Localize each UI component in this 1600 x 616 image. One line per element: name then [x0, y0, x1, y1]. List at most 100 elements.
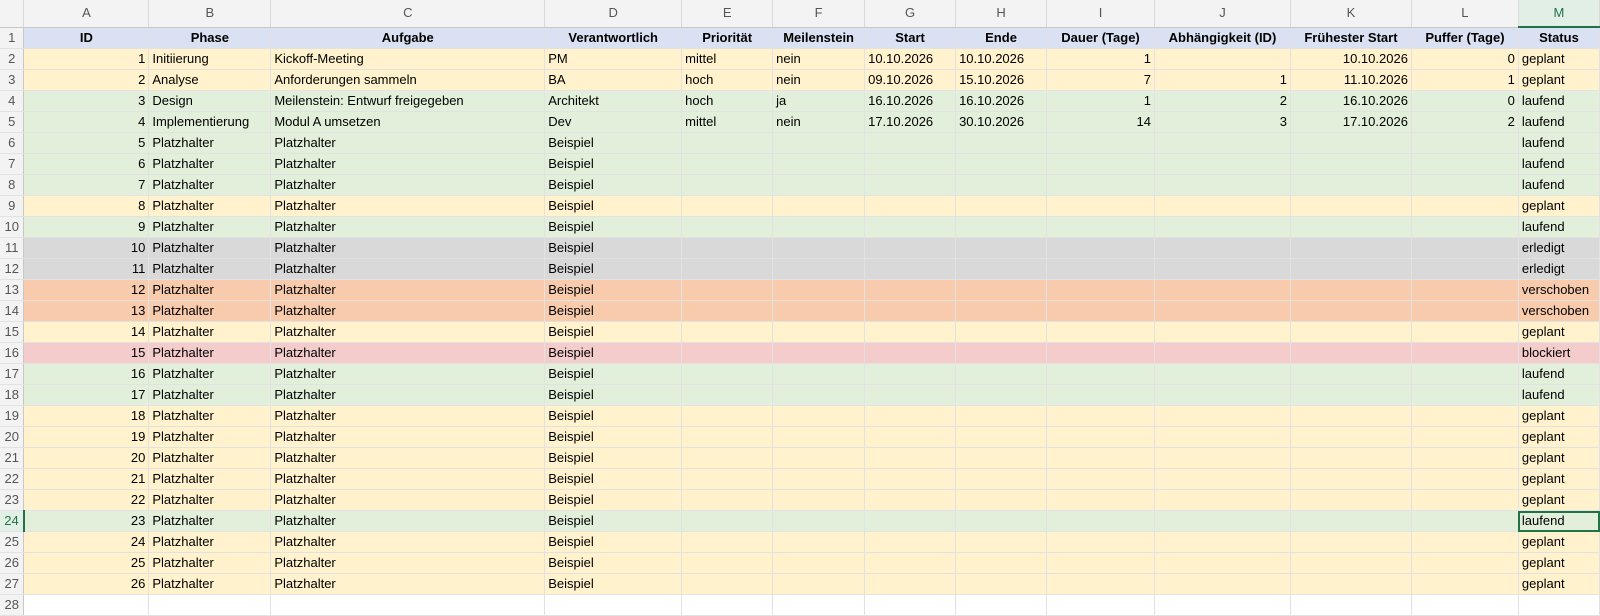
cell-phase[interactable]: Platzhalter — [148, 258, 272, 280]
cell-start[interactable] — [864, 552, 957, 574]
cell-duration[interactable] — [1046, 426, 1155, 448]
cell-duration[interactable] — [1046, 342, 1155, 364]
cell-duration[interactable] — [1046, 174, 1155, 196]
cell-buffer[interactable] — [1411, 237, 1519, 259]
cell-owner[interactable]: Beispiel — [544, 342, 683, 364]
cell-end[interactable] — [955, 531, 1048, 553]
cell-phase[interactable]: Design — [148, 90, 272, 112]
cell-phase[interactable]: Platzhalter — [148, 153, 272, 175]
row-header-2[interactable]: 2 — [0, 48, 25, 70]
cell-task[interactable]: Platzhalter — [270, 258, 546, 280]
cell-priority[interactable] — [681, 132, 774, 154]
cell-status[interactable]: geplant — [1518, 426, 1600, 448]
cell-task[interactable]: Platzhalter — [270, 489, 546, 511]
header-cell-owner[interactable]: Verantwortlich — [544, 27, 683, 49]
column-header-e[interactable]: E — [681, 0, 774, 28]
cell-id[interactable]: 1 — [23, 48, 150, 70]
cell-end[interactable] — [955, 552, 1048, 574]
header-cell-priority[interactable]: Priorität — [681, 27, 774, 49]
cell-id[interactable]: 8 — [23, 195, 150, 217]
cell-earliest-start[interactable] — [1290, 237, 1412, 259]
cell-priority[interactable] — [681, 468, 774, 490]
empty-cell[interactable] — [681, 594, 774, 616]
row-header-14[interactable]: 14 — [0, 300, 25, 322]
cell-priority[interactable] — [681, 405, 774, 427]
cell-end[interactable] — [955, 153, 1048, 175]
cell-id[interactable]: 16 — [23, 363, 150, 385]
row-header-17[interactable]: 17 — [0, 363, 25, 385]
row-header-5[interactable]: 5 — [0, 111, 25, 133]
cell-milestone[interactable] — [772, 216, 866, 238]
cell-duration[interactable]: 14 — [1046, 111, 1155, 133]
cell-start[interactable] — [864, 363, 957, 385]
cell-duration[interactable]: 1 — [1046, 48, 1155, 70]
cell-status[interactable]: laufend — [1518, 510, 1600, 532]
cell-status[interactable]: geplant — [1518, 573, 1600, 595]
cell-duration[interactable] — [1046, 321, 1155, 343]
cell-id[interactable]: 17 — [23, 384, 150, 406]
cell-buffer[interactable] — [1411, 510, 1519, 532]
cell-buffer[interactable]: 0 — [1411, 48, 1519, 70]
cell-owner[interactable]: Beispiel — [544, 258, 683, 280]
cell-owner[interactable]: Beispiel — [544, 153, 683, 175]
cell-priority[interactable]: hoch — [681, 69, 774, 91]
row-header-3[interactable]: 3 — [0, 69, 25, 91]
column-header-d[interactable]: D — [544, 0, 683, 28]
cell-end[interactable] — [955, 195, 1048, 217]
cell-end[interactable] — [955, 258, 1048, 280]
cell-id[interactable]: 4 — [23, 111, 150, 133]
cell-end[interactable] — [955, 174, 1048, 196]
column-header-a[interactable]: A — [23, 0, 150, 28]
cell-priority[interactable] — [681, 531, 774, 553]
cell-start[interactable]: 16.10.2026 — [864, 90, 957, 112]
cell-milestone[interactable] — [772, 573, 866, 595]
cell-priority[interactable] — [681, 258, 774, 280]
cell-status[interactable]: laufend — [1518, 216, 1600, 238]
cell-duration[interactable] — [1046, 552, 1155, 574]
cell-duration[interactable] — [1046, 300, 1155, 322]
row-header-19[interactable]: 19 — [0, 405, 25, 427]
cell-duration[interactable] — [1046, 405, 1155, 427]
cell-task[interactable]: Platzhalter — [270, 195, 546, 217]
header-cell-start[interactable]: Start — [864, 27, 957, 49]
cell-priority[interactable] — [681, 363, 774, 385]
cell-end[interactable] — [955, 237, 1048, 259]
cell-status[interactable]: verschoben — [1518, 279, 1600, 301]
header-cell-phase[interactable]: Phase — [148, 27, 272, 49]
cell-phase[interactable]: Platzhalter — [148, 195, 272, 217]
cell-dependency[interactable] — [1154, 573, 1291, 595]
cell-dependency[interactable] — [1154, 48, 1291, 70]
cell-end[interactable] — [955, 384, 1048, 406]
cell-task[interactable]: Platzhalter — [270, 426, 546, 448]
empty-cell[interactable] — [1290, 594, 1412, 616]
cell-status[interactable]: geplant — [1518, 489, 1600, 511]
column-header-l[interactable]: L — [1411, 0, 1519, 28]
cell-task[interactable]: Platzhalter — [270, 405, 546, 427]
cell-start[interactable] — [864, 153, 957, 175]
cell-dependency[interactable] — [1154, 426, 1291, 448]
cell-end[interactable] — [955, 426, 1048, 448]
cell-buffer[interactable] — [1411, 447, 1519, 469]
cell-milestone[interactable] — [772, 531, 866, 553]
cell-phase[interactable]: Platzhalter — [148, 174, 272, 196]
cell-task[interactable]: Platzhalter — [270, 531, 546, 553]
cell-milestone[interactable]: ja — [772, 90, 866, 112]
header-cell-task[interactable]: Aufgabe — [270, 27, 546, 49]
cell-task[interactable]: Platzhalter — [270, 132, 546, 154]
header-cell-id[interactable]: ID — [23, 27, 150, 49]
cell-earliest-start[interactable] — [1290, 342, 1412, 364]
cell-status[interactable]: laufend — [1518, 363, 1600, 385]
cell-milestone[interactable] — [772, 342, 866, 364]
cell-status[interactable]: laufend — [1518, 132, 1600, 154]
cell-duration[interactable] — [1046, 468, 1155, 490]
cell-task[interactable]: Platzhalter — [270, 279, 546, 301]
cell-duration[interactable] — [1046, 384, 1155, 406]
row-header-8[interactable]: 8 — [0, 174, 25, 196]
cell-earliest-start[interactable] — [1290, 405, 1412, 427]
cell-dependency[interactable] — [1154, 153, 1291, 175]
cell-priority[interactable] — [681, 279, 774, 301]
cell-earliest-start[interactable] — [1290, 174, 1412, 196]
cell-start[interactable] — [864, 447, 957, 469]
cell-id[interactable]: 18 — [23, 405, 150, 427]
cell-duration[interactable] — [1046, 237, 1155, 259]
